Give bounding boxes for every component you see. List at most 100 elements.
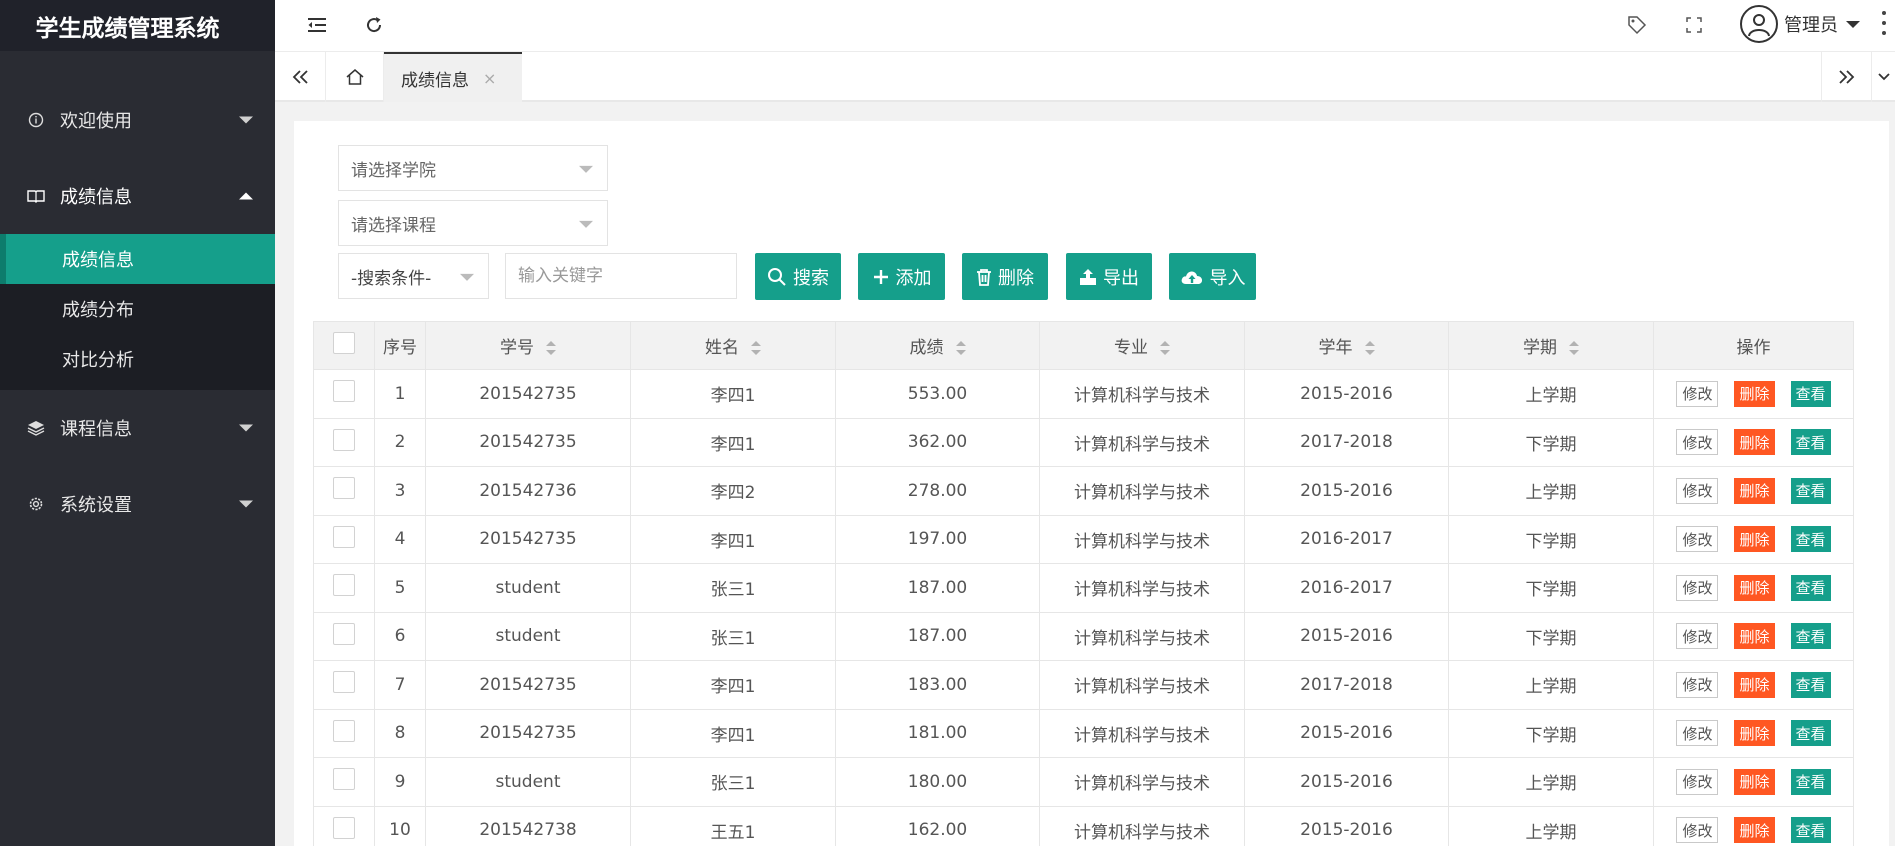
row-select-cell[interactable] xyxy=(313,611,375,661)
search-button[interactable]: 搜索 xyxy=(755,253,841,300)
college-select[interactable]: 请选择学院 xyxy=(338,145,608,191)
row-select-cell[interactable] xyxy=(313,757,375,807)
sidebar-subitem-compare-analysis[interactable]: 对比分析 xyxy=(0,334,275,384)
tabs-scroll-right-icon[interactable] xyxy=(1821,52,1872,102)
edit-button[interactable]: 修改 xyxy=(1676,477,1719,504)
row-delete-button[interactable]: 删除 xyxy=(1734,477,1775,504)
edit-button[interactable]: 修改 xyxy=(1676,817,1719,844)
view-button[interactable]: 查看 xyxy=(1790,817,1831,844)
row-delete-button[interactable]: 删除 xyxy=(1734,720,1775,747)
sidebar-subitem-score-info[interactable]: 成绩信息 xyxy=(0,234,275,284)
sidebar-item-welcome[interactable]: 欢迎使用 xyxy=(0,82,275,158)
row-checkbox[interactable] xyxy=(333,622,355,645)
export-button[interactable]: 导出 xyxy=(1066,253,1152,300)
view-button[interactable]: 查看 xyxy=(1790,768,1831,795)
keyword-input[interactable] xyxy=(505,253,737,299)
sort-icon[interactable] xyxy=(1569,341,1579,355)
row-checkbox[interactable] xyxy=(333,574,355,597)
sort-icon[interactable] xyxy=(955,341,966,355)
sort-icon[interactable] xyxy=(1160,341,1170,355)
tabs-scroll-left-icon[interactable] xyxy=(275,52,326,102)
refresh-icon[interactable] xyxy=(359,10,389,40)
row-select-cell[interactable] xyxy=(313,805,375,846)
view-button[interactable]: 查看 xyxy=(1790,477,1831,504)
table-row[interactable]: 5 student 张三1 187.00 计算机科学与技术 2016-2017 下学期 修改删… xyxy=(313,563,1854,613)
fullscreen-icon[interactable] xyxy=(1679,10,1709,40)
edit-button[interactable]: 修改 xyxy=(1676,720,1719,747)
row-checkbox[interactable] xyxy=(333,671,355,694)
scores-table-container[interactable]: 序号 学号 姓名 成绩 专业 学年 学期 操作 1 201542735 李四1 553… xyxy=(313,321,1877,846)
tab-score-info[interactable]: 成绩信息 × xyxy=(384,52,522,102)
header-term[interactable]: 学期 xyxy=(1448,321,1654,370)
edit-button[interactable]: 修改 xyxy=(1676,671,1719,698)
edit-button[interactable]: 修改 xyxy=(1676,574,1719,601)
table-row[interactable]: 4 201542735 李四1 197.00 计算机科学与技术 2016-2017 下学期修… xyxy=(313,514,1854,564)
row-delete-button[interactable]: 删除 xyxy=(1734,380,1775,407)
table-row[interactable]: 8 201542735 李四1 181.00 计算机科学与技术 2015-2016 下学期修… xyxy=(313,708,1854,758)
close-icon[interactable]: × xyxy=(483,69,496,88)
table-row[interactable]: 9 student 张三1 180.00 计算机科学与技术 2015-2016 上学期 修改删… xyxy=(313,757,1854,807)
row-delete-button[interactable]: 删除 xyxy=(1734,623,1775,650)
table-row[interactable]: 2 201542735 李四1 362.00 计算机科学与技术 2017-2018 下学期修… xyxy=(313,417,1854,467)
user-menu[interactable]: 管理员 xyxy=(1740,4,1860,44)
view-button[interactable]: 查看 xyxy=(1790,429,1831,456)
edit-button[interactable]: 修改 xyxy=(1676,526,1719,553)
sort-icon[interactable] xyxy=(1364,341,1375,355)
row-delete-button[interactable]: 删除 xyxy=(1734,429,1775,456)
table-row[interactable]: 1 201542735 李四1 553.00 计算机科学与技术 2015-2016 上学期修… xyxy=(313,369,1854,419)
more-vertical-icon[interactable] xyxy=(1880,8,1888,38)
course-select[interactable]: 请选择课程 xyxy=(338,200,608,246)
table-row[interactable]: 3 201542736 李四2 278.00 计算机科学与技术 2015-2016 上学期修… xyxy=(313,466,1854,516)
row-select-cell[interactable] xyxy=(313,369,375,419)
view-button[interactable]: 查看 xyxy=(1790,380,1831,407)
tag-icon[interactable] xyxy=(1622,10,1652,40)
row-select-cell[interactable] xyxy=(313,563,375,613)
row-checkbox[interactable] xyxy=(333,477,355,500)
sidebar-item-settings[interactable]: 系统设置 xyxy=(0,466,275,542)
import-button[interactable]: 导入 xyxy=(1169,253,1256,300)
select-all-checkbox[interactable] xyxy=(333,332,355,354)
header-score[interactable]: 成绩 xyxy=(835,321,1040,370)
row-checkbox[interactable] xyxy=(333,719,355,742)
table-row[interactable]: 6 student 张三1 187.00 计算机科学与技术 2015-2016 下学期 修改删… xyxy=(313,611,1854,661)
row-delete-button[interactable]: 删除 xyxy=(1734,768,1775,795)
tabs-menu-chevron-icon[interactable] xyxy=(1872,52,1895,102)
view-button[interactable]: 查看 xyxy=(1790,574,1831,601)
header-name[interactable]: 姓名 xyxy=(630,321,836,370)
sidebar-subitem-score-distribution[interactable]: 成绩分布 xyxy=(0,284,275,334)
row-delete-button[interactable]: 删除 xyxy=(1734,574,1775,601)
sidebar-item-scores[interactable]: 成绩信息 xyxy=(0,158,275,234)
sort-icon[interactable] xyxy=(546,341,556,355)
delete-button[interactable]: 删除 xyxy=(962,253,1048,300)
row-select-cell[interactable] xyxy=(313,466,375,516)
table-row[interactable]: 10 201542738 王五1 162.00 计算机科学与技术 2015-2016 上学期… xyxy=(313,805,1854,846)
condition-select[interactable]: -搜索条件- xyxy=(338,253,489,299)
row-select-cell[interactable] xyxy=(313,417,375,467)
sidebar-toggle-icon[interactable] xyxy=(302,10,332,40)
view-button[interactable]: 查看 xyxy=(1790,671,1831,698)
view-button[interactable]: 查看 xyxy=(1790,526,1831,553)
view-button[interactable]: 查看 xyxy=(1790,720,1831,747)
row-delete-button[interactable]: 删除 xyxy=(1734,817,1775,844)
row-select-cell[interactable] xyxy=(313,660,375,710)
row-checkbox[interactable] xyxy=(333,380,355,403)
view-button[interactable]: 查看 xyxy=(1790,623,1831,650)
row-checkbox[interactable] xyxy=(333,428,355,451)
header-year[interactable]: 学年 xyxy=(1244,321,1449,370)
header-major[interactable]: 专业 xyxy=(1039,321,1245,370)
edit-button[interactable]: 修改 xyxy=(1676,380,1719,407)
row-checkbox[interactable] xyxy=(333,768,355,791)
sidebar-item-courses[interactable]: 课程信息 xyxy=(0,390,275,466)
row-select-cell[interactable] xyxy=(313,708,375,758)
row-checkbox[interactable] xyxy=(333,525,355,548)
home-icon[interactable] xyxy=(326,52,384,102)
sort-icon[interactable] xyxy=(751,341,761,355)
header-select-all[interactable] xyxy=(313,321,375,370)
header-student-id[interactable]: 学号 xyxy=(425,321,631,370)
row-delete-button[interactable]: 删除 xyxy=(1734,671,1775,698)
edit-button[interactable]: 修改 xyxy=(1676,768,1719,795)
add-button[interactable]: 添加 xyxy=(858,253,945,300)
row-delete-button[interactable]: 删除 xyxy=(1734,526,1775,553)
row-checkbox[interactable] xyxy=(333,816,355,839)
edit-button[interactable]: 修改 xyxy=(1676,429,1719,456)
